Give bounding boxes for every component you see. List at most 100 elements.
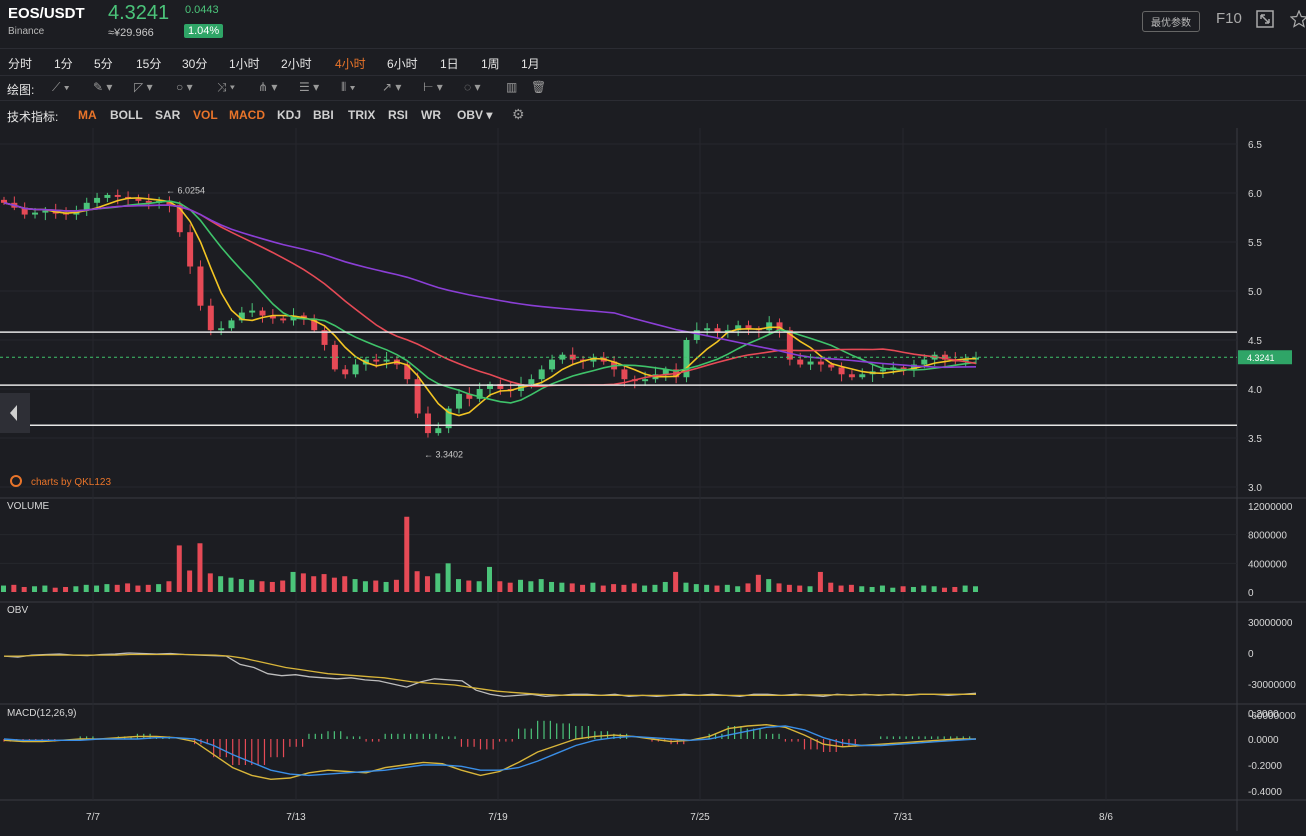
chart-settings-icon[interactable]: ▥ — [506, 80, 517, 94]
candle-body — [249, 310, 256, 313]
high-annotation: ← 6.0254 — [166, 186, 205, 196]
fullscreen-icon[interactable] — [1256, 10, 1274, 28]
volume-bar — [393, 579, 399, 592]
trash-icon[interactable]: 🗑 — [531, 80, 546, 94]
fork-tool-icon[interactable]: ⋔ ▾ — [258, 80, 277, 94]
volume-bar — [900, 586, 906, 592]
period-tab[interactable]: 15分 — [136, 55, 161, 72]
shape-tool-icon[interactable]: ○ ▾ — [176, 80, 193, 94]
period-tab[interactable]: 1分 — [54, 55, 73, 72]
volume-bar — [921, 585, 927, 592]
candle-body — [921, 359, 928, 365]
candle-body — [342, 369, 349, 375]
volume-bar — [538, 579, 544, 592]
measure-tool-icon[interactable]: ⊢ ▾ — [423, 80, 443, 94]
indicator-settings-gear-icon[interactable]: ⚙ — [512, 106, 525, 123]
volume-bar — [321, 574, 327, 592]
volume-bar — [662, 581, 668, 592]
period-tab[interactable]: 30分 — [182, 55, 207, 72]
brush-tool-icon[interactable]: ✎ ▾ — [93, 80, 112, 94]
candle-body — [704, 328, 711, 331]
indicators-label: 技术指标: — [7, 110, 59, 124]
candle-body — [135, 198, 142, 201]
comment-tool-icon[interactable]: ◌ ▾ — [464, 80, 481, 94]
y-tick-label: 4000000 — [1248, 559, 1287, 570]
indicator-tab[interactable]: TRIX — [348, 108, 375, 122]
period-tab[interactable]: 1小时 — [229, 55, 260, 72]
indicator-tab[interactable]: SAR — [155, 108, 180, 122]
y-tick-label: 3.0 — [1248, 483, 1262, 494]
volume-bar — [714, 585, 720, 592]
pattern-tool-icon[interactable]: ⤨ ▾ — [217, 80, 235, 95]
volume-bar — [476, 581, 482, 592]
angle-tool-icon[interactable]: ◸ ▾ — [134, 80, 153, 94]
candle-body — [435, 428, 442, 434]
volume-bar — [673, 571, 679, 592]
candle-body — [114, 194, 121, 197]
y-tick-label: 3.5 — [1248, 434, 1262, 445]
fib-tool-icon[interactable]: ☰ ▾ — [299, 80, 319, 94]
indicator-tab[interactable]: RSI — [388, 108, 408, 122]
chart-svg[interactable]: 7/7 7/13 7/19 7/25 7/31 8/6 6.5 6.0 5.5 5.0 4.5 4.0… — [0, 128, 1306, 831]
period-tab[interactable]: 1月 — [521, 55, 540, 72]
candle-body — [218, 328, 225, 331]
volume-bar — [973, 586, 978, 592]
indicator-tab[interactable]: VOL — [193, 108, 218, 122]
volume-bar — [1, 585, 6, 592]
volume-bar — [507, 582, 513, 592]
indicator-tab[interactable]: KDJ — [277, 108, 301, 122]
indicator-tab[interactable]: OBV ▾ — [457, 108, 492, 122]
candle-body — [879, 369, 886, 372]
period-tab[interactable]: 分时 — [8, 55, 32, 72]
volume-bar — [166, 581, 172, 592]
volume-bar — [352, 579, 358, 592]
channel-tool-icon[interactable]: ⦀ ▾ — [341, 80, 355, 95]
drawing-label: 绘图: — [7, 83, 35, 97]
y-tick-label: 0 — [1248, 588, 1254, 599]
candle-body — [538, 369, 545, 380]
star-icon[interactable] — [1289, 9, 1306, 28]
watermark-text: charts by QKL123 — [31, 477, 111, 488]
volume-bar — [21, 586, 27, 592]
candle-body — [1, 199, 7, 203]
arrow-tool-icon[interactable]: ↗ ▾ — [382, 80, 401, 94]
period-tab[interactable]: 4小时 — [335, 55, 366, 72]
volume-bar — [404, 516, 410, 592]
period-tab[interactable]: 6小时 — [387, 55, 418, 72]
period-tab[interactable]: 1日 — [440, 55, 459, 72]
y-tick-label: 6.0 — [1248, 189, 1262, 200]
period-tab[interactable]: 5分 — [94, 55, 113, 72]
volume-bar — [652, 584, 658, 592]
indicator-tab[interactable]: WR — [421, 108, 441, 122]
volume-bar — [280, 580, 286, 592]
line-tool-icon[interactable]: ⟋ ▾ — [52, 80, 70, 95]
volume-bar — [487, 566, 492, 592]
candle-body — [817, 361, 824, 365]
period-tab[interactable]: 2小时 — [281, 55, 312, 72]
volume-bar — [786, 584, 792, 592]
indicator-tab[interactable]: BOLL — [110, 108, 143, 122]
volume-bar — [135, 585, 141, 592]
last-price: 4.3241 — [108, 2, 170, 24]
volume-bar — [311, 576, 317, 592]
volume-bar — [518, 579, 524, 592]
volume-bar — [621, 584, 627, 592]
volume-bar — [776, 583, 782, 592]
volume-bar — [569, 583, 575, 592]
f10-button[interactable]: F10 — [1216, 10, 1242, 27]
indicator-tab[interactable]: MA — [78, 108, 97, 122]
candle-body — [807, 361, 814, 365]
indicator-tab[interactable]: BBI — [313, 108, 334, 122]
volume-bar — [42, 585, 48, 592]
optimal-params-button[interactable]: 最优参数 — [1142, 11, 1200, 32]
indicator-tab[interactable]: MACD — [229, 108, 265, 122]
volume-bar — [207, 573, 213, 592]
candle-body — [797, 359, 804, 365]
volume-bar — [724, 584, 730, 592]
candle-body — [94, 197, 101, 203]
chart-area[interactable]: 7/7 7/13 7/19 7/25 7/31 8/6 6.5 6.0 5.5 5.0 4.5 4.0… — [0, 128, 1306, 831]
volume-bar — [331, 577, 337, 592]
period-tab[interactable]: 1周 — [481, 55, 500, 72]
volume-bar — [869, 586, 875, 592]
volume-bar — [590, 582, 596, 592]
